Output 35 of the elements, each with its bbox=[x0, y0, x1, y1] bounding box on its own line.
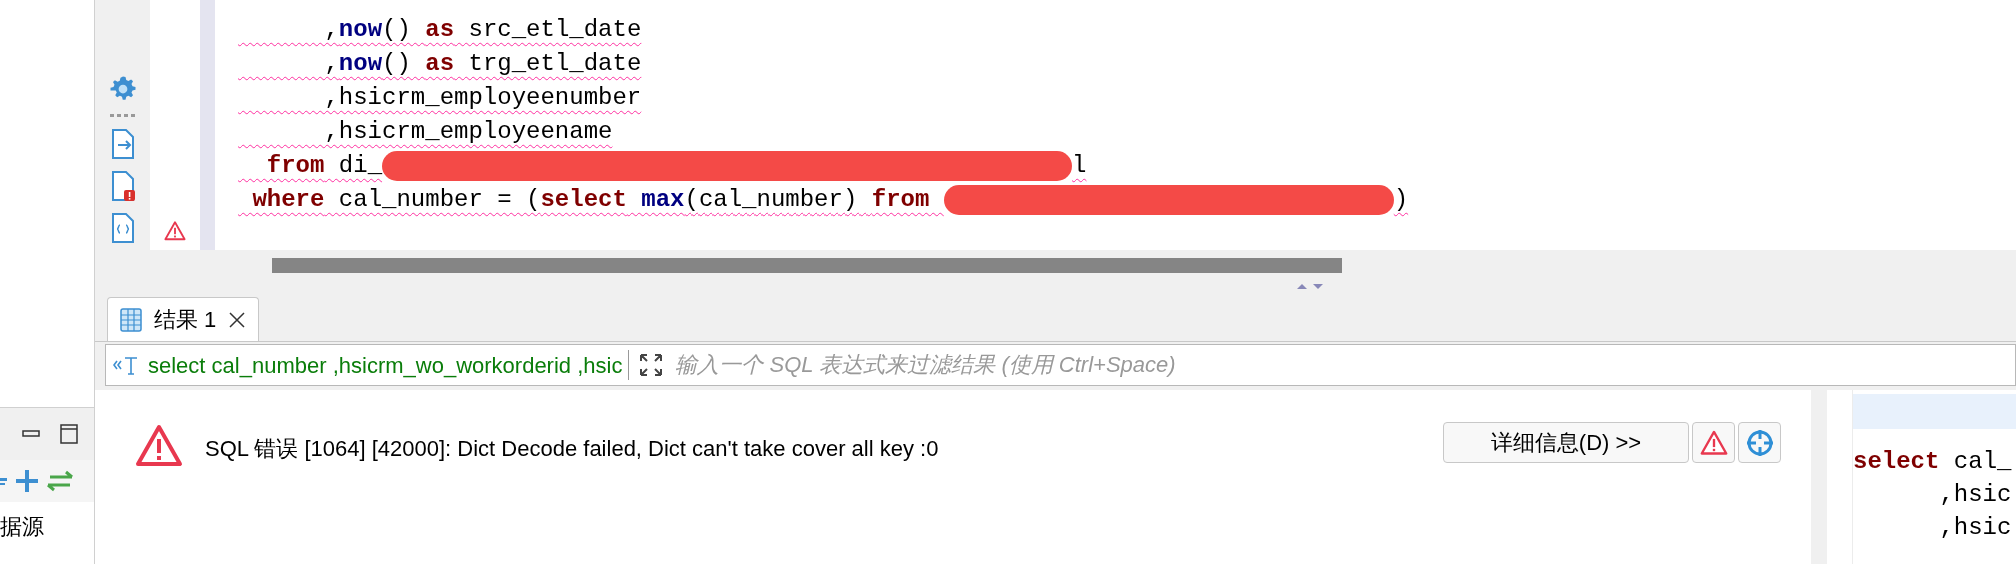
warning-icon bbox=[164, 220, 186, 242]
code-line: ,hsic bbox=[1938, 513, 2012, 543]
code-line: ,now() as trg_etl_date bbox=[323, 49, 642, 79]
export-file-icon[interactable] bbox=[109, 128, 136, 160]
sql-text-icon bbox=[112, 354, 140, 376]
code-line: ,hsicrm_employeename bbox=[323, 117, 613, 147]
code-line: from di_ l bbox=[265, 149, 1087, 183]
code-line: select cal_ bbox=[1853, 447, 2012, 477]
error-message: SQL 错误 [1064] [42000]: Dict Decode failed, Dict can't take cover all key :0 bbox=[205, 435, 939, 463]
close-icon[interactable] bbox=[228, 310, 247, 329]
filter-field[interactable]: select cal_number ,hsicrm_wo_workorderid ,hsic 输入一个 SQL 表达式来过滤结果 (使用 Ctrl+Space) bbox=[105, 344, 2016, 386]
code-line: ,now() as src_etl_date bbox=[323, 15, 642, 45]
expand-icon[interactable] bbox=[639, 353, 664, 377]
code-line: where cal_number = (select max(cal_number) from ) bbox=[251, 183, 1409, 217]
details-button[interactable]: 详细信息(D) >> bbox=[1443, 422, 1689, 463]
warning-button[interactable] bbox=[1692, 422, 1735, 463]
tree-item[interactable]: 据源 bbox=[0, 510, 44, 543]
locate-button[interactable] bbox=[1738, 422, 1781, 463]
minimize-icon[interactable] bbox=[22, 430, 40, 438]
filter-input[interactable]: 输入一个 SQL 表达式来过滤结果 (使用 Ctrl+Space) bbox=[675, 345, 2015, 385]
variables-file-icon[interactable] bbox=[109, 212, 136, 244]
code-line: ,hsicrm_employeenumber bbox=[323, 83, 642, 113]
maximize-icon[interactable] bbox=[60, 424, 78, 444]
table-icon bbox=[120, 307, 142, 332]
plus-icon[interactable] bbox=[16, 469, 38, 493]
file-error-icon[interactable] bbox=[109, 170, 136, 202]
filter-query: select cal_number ,hsicrm_wo_workorderid ,hsic bbox=[148, 351, 623, 380]
warning-icon bbox=[1699, 428, 1728, 457]
separator-dots-icon bbox=[108, 114, 137, 118]
results-tab[interactable]: 结果 1 bbox=[107, 297, 260, 341]
swap-arrows-icon[interactable] bbox=[46, 470, 74, 492]
code-line: ,hsic bbox=[1938, 480, 2012, 510]
scroll-arrows-icon[interactable] bbox=[1295, 282, 1325, 290]
horizontal-scrollbar[interactable] bbox=[272, 258, 1342, 273]
crosshair-icon bbox=[1745, 428, 1774, 457]
